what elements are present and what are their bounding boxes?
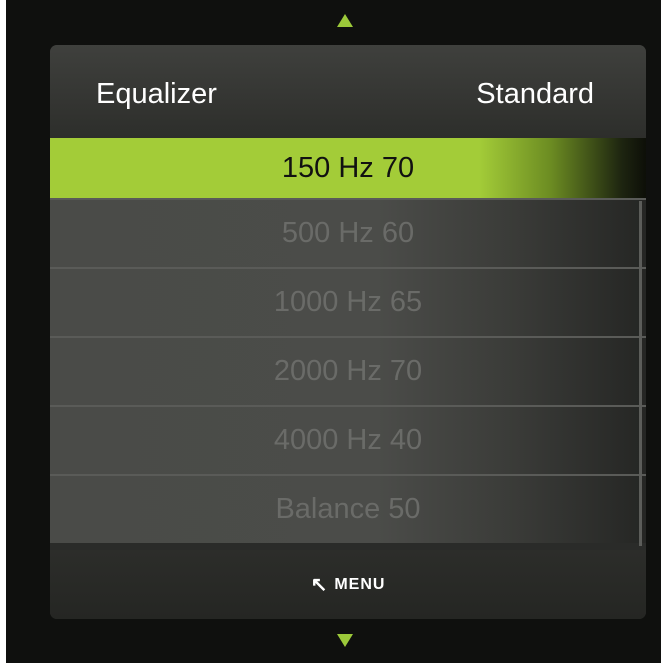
menu-hint-label: MENU bbox=[334, 575, 386, 593]
menu-item-label: 2000 Hz 70 bbox=[273, 355, 423, 387]
menu-item-label: 500 Hz 60 bbox=[281, 217, 415, 249]
return-arrow-icon: ↖ bbox=[310, 573, 329, 596]
menu-item-label: 4000 Hz 40 bbox=[273, 424, 423, 456]
scrollbar[interactable] bbox=[639, 201, 642, 546]
menu-item-label: Balance 50 bbox=[275, 493, 421, 525]
menu-item-label: 1000 Hz 65 bbox=[273, 286, 423, 318]
menu-title: Equalizer bbox=[96, 78, 217, 110]
equalizer-menu-panel: Equalizer Standard 150 Hz 70 500 Hz 60 1… bbox=[50, 45, 646, 619]
menu-item-500hz[interactable]: 500 Hz 60 bbox=[50, 198, 646, 267]
menu-item-balance[interactable]: Balance 50 bbox=[50, 474, 646, 543]
menu-item-2000hz[interactable]: 2000 Hz 70 bbox=[50, 336, 646, 405]
menu-header: Equalizer Standard bbox=[50, 45, 646, 138]
osd-frame: Equalizer Standard 150 Hz 70 500 Hz 60 1… bbox=[6, 0, 661, 663]
menu-list: 500 Hz 60 1000 Hz 65 2000 Hz 70 4000 Hz … bbox=[50, 198, 646, 548]
scroll-up-arrow-icon[interactable] bbox=[337, 14, 353, 27]
equalizer-preset-value[interactable]: Standard bbox=[476, 78, 594, 111]
menu-footer: ↖ MENU bbox=[50, 550, 646, 619]
selected-menu-item[interactable]: 150 Hz 70 bbox=[50, 138, 646, 198]
selected-item-label: 150 Hz 70 bbox=[281, 152, 415, 184]
menu-item-4000hz[interactable]: 4000 Hz 40 bbox=[50, 405, 646, 474]
menu-item-1000hz[interactable]: 1000 Hz 65 bbox=[50, 267, 646, 336]
menu-back-hint[interactable]: ↖ MENU bbox=[50, 550, 646, 619]
scroll-down-arrow-icon[interactable] bbox=[337, 634, 353, 647]
